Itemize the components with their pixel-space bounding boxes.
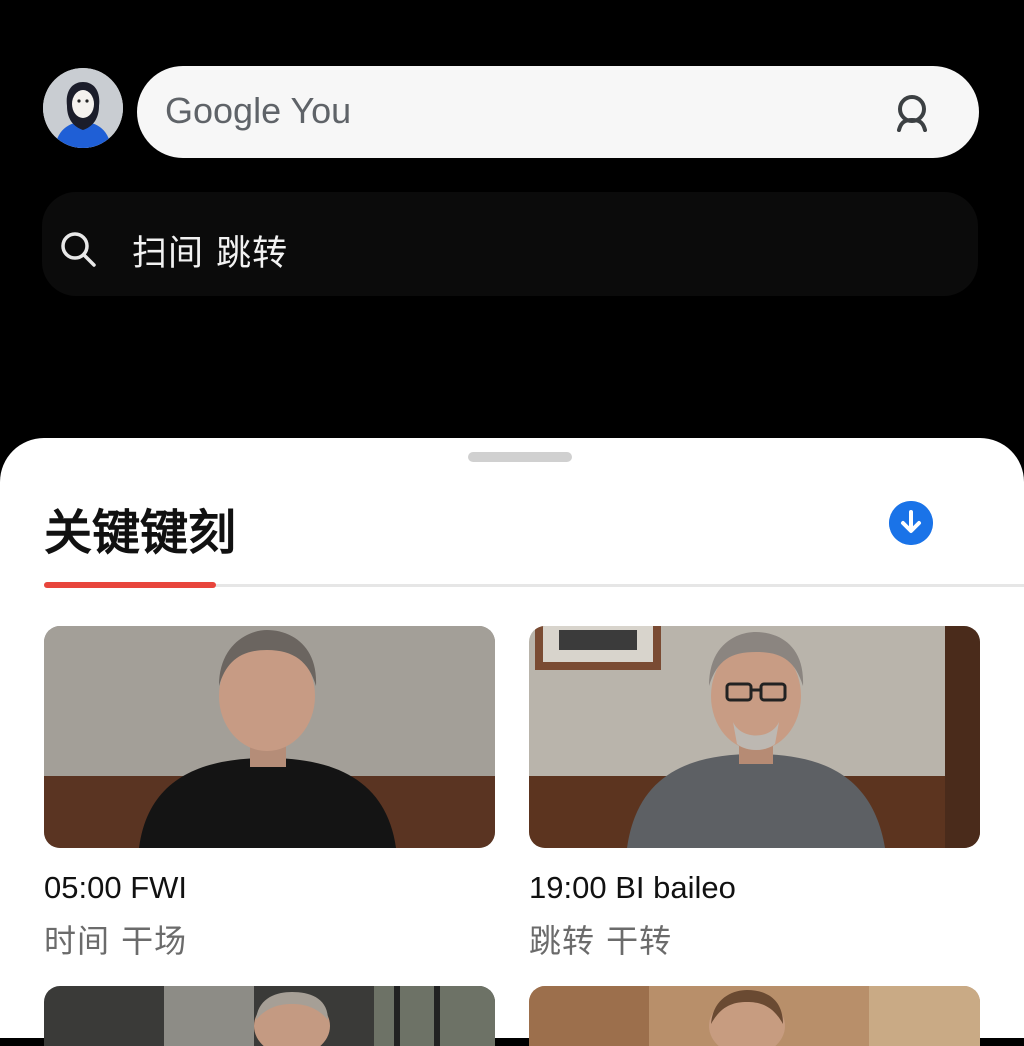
- user-avatar-icon: [43, 68, 123, 148]
- lens-search-icon[interactable]: [891, 90, 935, 134]
- result-subtitle: 时间 干场: [44, 922, 188, 960]
- download-icon[interactable]: [889, 501, 933, 545]
- secondary-search-bar[interactable]: 扫间 跳转: [42, 192, 978, 296]
- drag-handle[interactable]: [468, 452, 572, 462]
- result-card[interactable]: 19:00 BI baileo 跳转 干转: [529, 626, 980, 962]
- result-time: 05:00 FWI: [44, 870, 187, 905]
- tab-indicator[interactable]: [44, 582, 216, 588]
- result-subtitle: 跳转 干转: [529, 922, 673, 960]
- video-thumbnail[interactable]: [44, 986, 495, 1046]
- video-thumbnail[interactable]: [529, 986, 980, 1046]
- search-icon: [61, 232, 96, 267]
- video-thumbnail[interactable]: [44, 626, 495, 848]
- result-time: 19:00 BI baileo: [529, 870, 736, 905]
- result-card[interactable]: 05:00 FWI 时间 干场: [44, 626, 495, 962]
- avatar[interactable]: [43, 68, 123, 148]
- search-bar[interactable]: Google You: [137, 66, 979, 158]
- sheet-title: 关键键刻: [44, 505, 237, 561]
- video-thumbnail[interactable]: [529, 626, 980, 848]
- bottom-sheet: 关键键刻 05:00 FWI 时间 干场 19:00 BI baileo 跳转 …: [0, 438, 1024, 1046]
- search-text[interactable]: Google You: [165, 90, 351, 132]
- secondary-search-text: 扫间 跳转: [132, 234, 289, 274]
